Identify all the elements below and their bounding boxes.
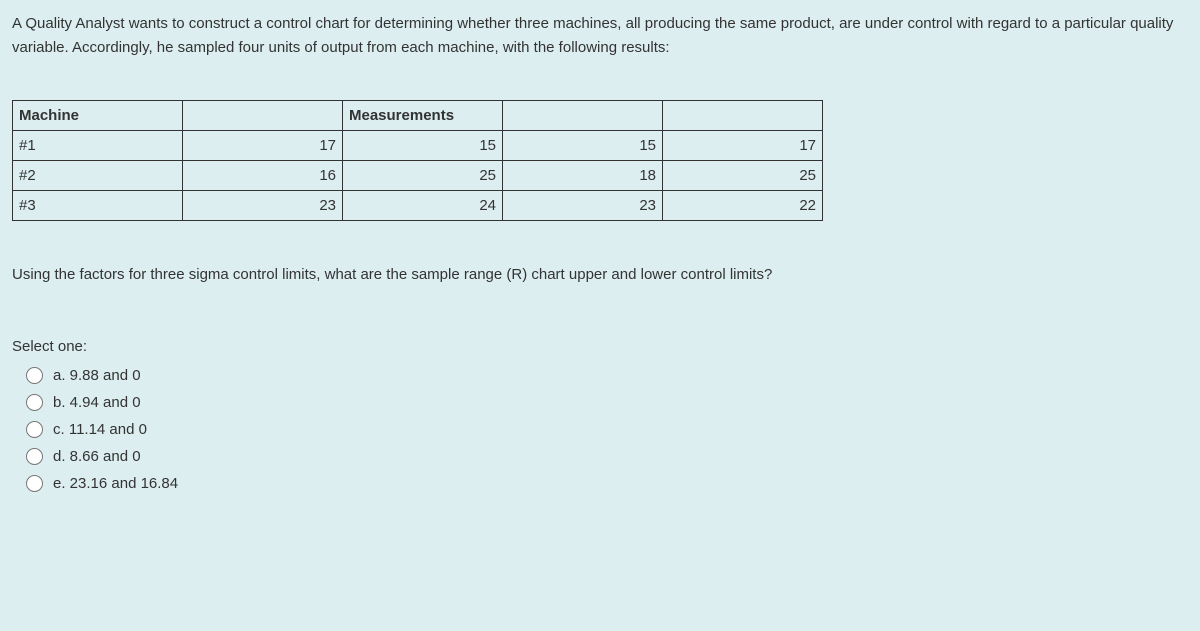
table-header-row: Machine Measurements [13, 101, 823, 131]
cell-value: 17 [663, 131, 823, 161]
table-row: #3 23 24 23 22 [13, 191, 823, 221]
option-e-label[interactable]: e. 23.16 and 16.84 [53, 475, 178, 492]
option-b-label[interactable]: b. 4.94 and 0 [53, 394, 141, 411]
radio-b[interactable] [26, 394, 43, 411]
data-table: Machine Measurements #1 17 15 15 17 #2 1… [12, 100, 823, 221]
option-e[interactable]: e. 23.16 and 16.84 [12, 475, 1188, 492]
cell-value: 25 [663, 161, 823, 191]
question-followup: Using the factors for three sigma contro… [12, 266, 1188, 283]
select-one-label: Select one: [12, 338, 1188, 355]
cell-value: 17 [183, 131, 343, 161]
cell-value: 23 [183, 191, 343, 221]
header-measurements: Measurements [343, 101, 503, 131]
header-empty-2 [503, 101, 663, 131]
cell-machine: #1 [13, 131, 183, 161]
cell-value: 15 [343, 131, 503, 161]
radio-c[interactable] [26, 421, 43, 438]
option-a[interactable]: a. 9.88 and 0 [12, 367, 1188, 384]
radio-e[interactable] [26, 475, 43, 492]
option-a-label[interactable]: a. 9.88 and 0 [53, 367, 141, 384]
option-d[interactable]: d. 8.66 and 0 [12, 448, 1188, 465]
cell-value: 16 [183, 161, 343, 191]
radio-d[interactable] [26, 448, 43, 465]
cell-value: 24 [343, 191, 503, 221]
cell-value: 25 [343, 161, 503, 191]
header-machine: Machine [13, 101, 183, 131]
cell-value: 18 [503, 161, 663, 191]
option-c-label[interactable]: c. 11.14 and 0 [53, 421, 147, 438]
question-intro: A Quality Analyst wants to construct a c… [12, 12, 1188, 60]
option-b[interactable]: b. 4.94 and 0 [12, 394, 1188, 411]
radio-a[interactable] [26, 367, 43, 384]
cell-value: 15 [503, 131, 663, 161]
option-c[interactable]: c. 11.14 and 0 [12, 421, 1188, 438]
table-row: #2 16 25 18 25 [13, 161, 823, 191]
cell-machine: #3 [13, 191, 183, 221]
option-d-label[interactable]: d. 8.66 and 0 [53, 448, 141, 465]
header-empty-1 [183, 101, 343, 131]
cell-value: 23 [503, 191, 663, 221]
header-empty-3 [663, 101, 823, 131]
cell-value: 22 [663, 191, 823, 221]
table-row: #1 17 15 15 17 [13, 131, 823, 161]
cell-machine: #2 [13, 161, 183, 191]
